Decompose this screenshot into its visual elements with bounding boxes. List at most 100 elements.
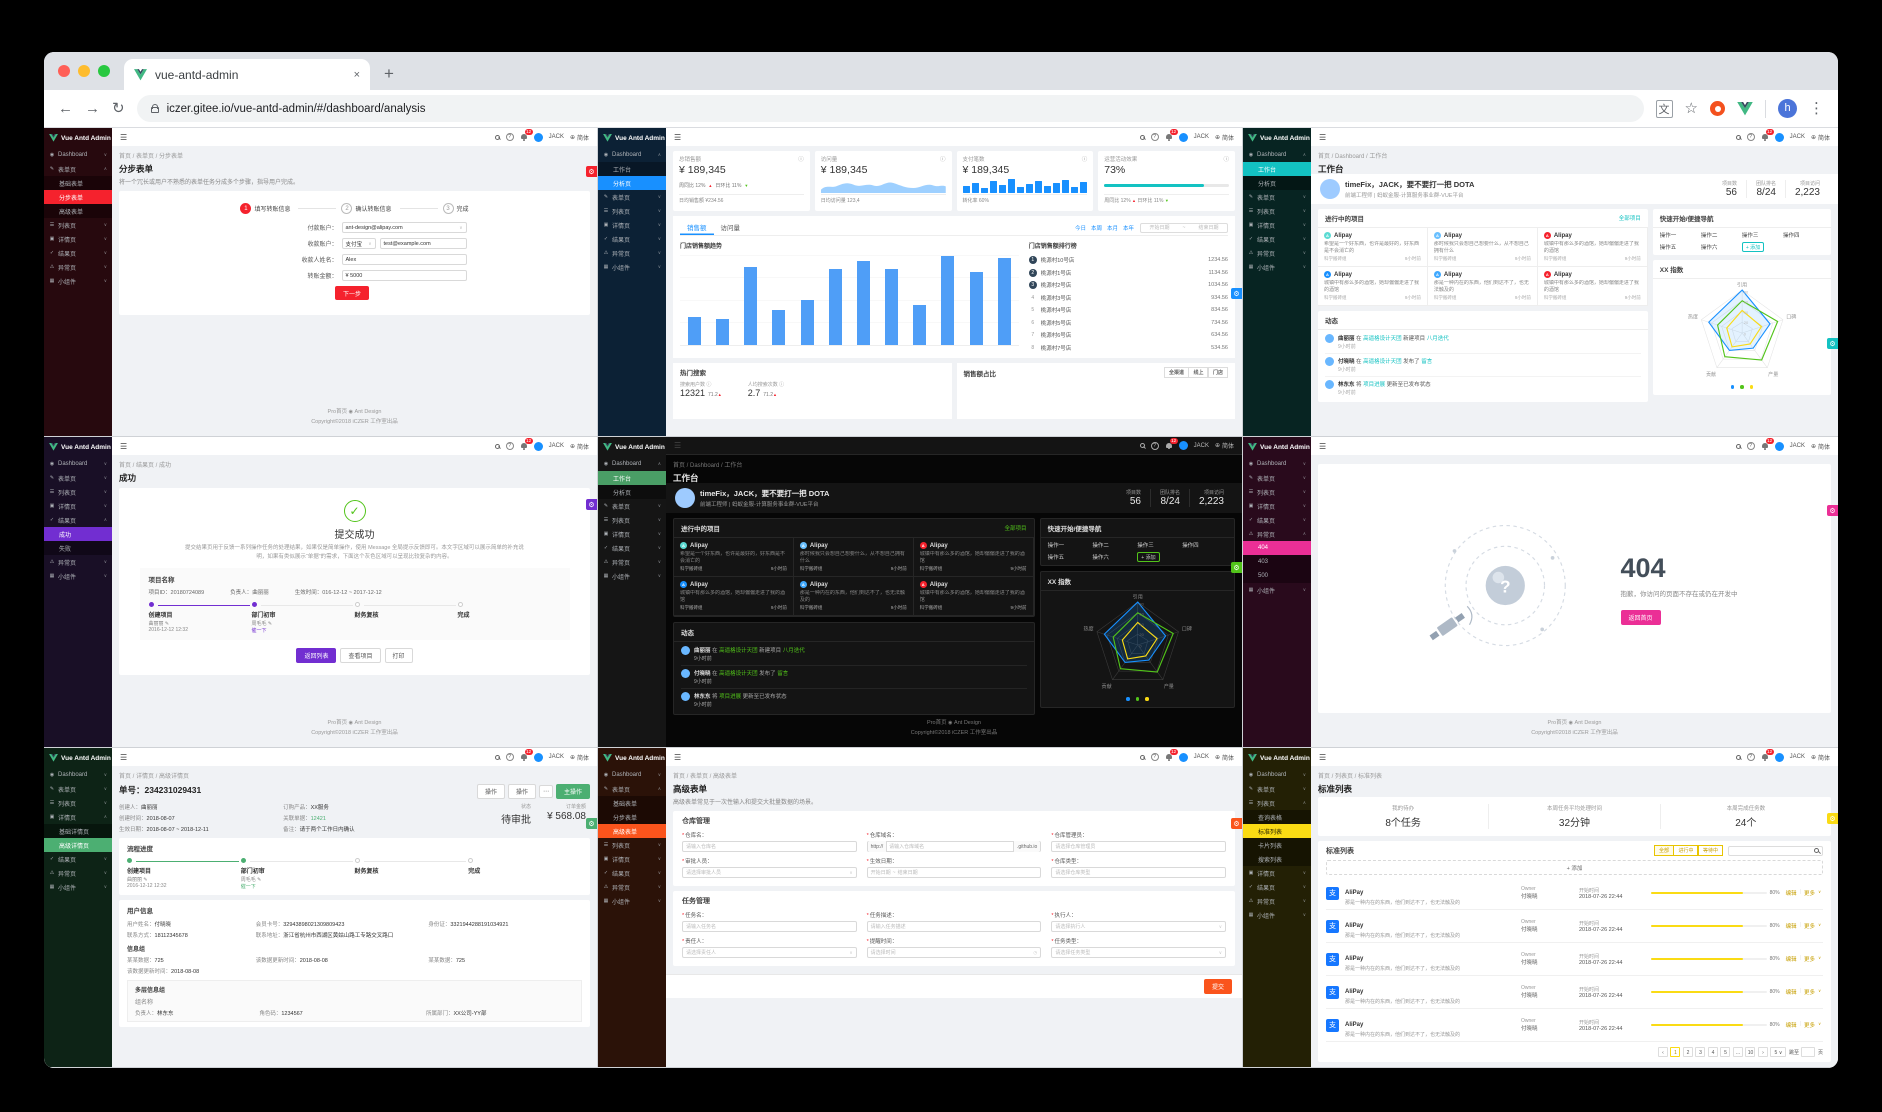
feed-link[interactable]: 高逼格设计天团 xyxy=(719,648,758,654)
op-link[interactable]: 操作四 xyxy=(1783,231,1824,239)
settings-gear-button[interactable]: ⚙ xyxy=(1231,288,1242,299)
more-link[interactable]: 更多 xyxy=(1804,1021,1815,1029)
warehouse-type-select[interactable]: 请选择仓库类型 xyxy=(1051,867,1226,878)
page-size-select[interactable]: 5 ∨ xyxy=(1770,1047,1787,1057)
project-card[interactable]: A Alipay 城镇中有那么多的酒馆，她却偏偏走进了我的酒馆 科学搬砖组 9小时前 xyxy=(913,538,1034,577)
bookmark-star-icon[interactable]: ☆ xyxy=(1685,101,1698,116)
team-link[interactable]: 科学搬砖组 xyxy=(1324,295,1347,301)
search-icon[interactable] xyxy=(1735,443,1741,449)
sidebar-item[interactable]: ✓ 结果页 ∨ xyxy=(1243,513,1311,527)
list-item[interactable]: 支 AliPay 那是一种内在的东西，他们到达不了，也无法触及的 Owner 付晓晓… xyxy=(1326,910,1823,943)
search-icon[interactable] xyxy=(1735,134,1741,140)
help-icon[interactable]: ? xyxy=(1150,133,1159,141)
help-icon[interactable]: ? xyxy=(505,753,514,761)
user-avatar[interactable] xyxy=(1178,441,1188,450)
sidebar-item[interactable]: ✓ 结果页 ∧ xyxy=(44,513,112,527)
language-switch[interactable]: ⊕ 简体 xyxy=(1215,753,1234,762)
filter-button[interactable]: 等待中 xyxy=(1697,845,1723,856)
team-link[interactable]: 科学搬砖组 xyxy=(920,605,943,611)
info-icon[interactable]: ⓘ xyxy=(798,155,804,163)
op-link[interactable]: 操作二 xyxy=(1701,231,1742,239)
browser-tab[interactable]: vue-antd-admin × xyxy=(124,59,370,90)
sidebar-item[interactable]: 404 xyxy=(1243,541,1311,555)
menu-fold-icon[interactable]: ☰ xyxy=(120,442,127,451)
warehouse-name-input[interactable]: 请输入仓库名 xyxy=(682,841,857,852)
sidebar-item[interactable]: ◉ Dashboard ∨ xyxy=(598,768,666,782)
sidebar-item[interactable]: ▦ 小组件 ∨ xyxy=(1243,908,1311,922)
page-button[interactable]: 3 xyxy=(1695,1047,1706,1057)
sidebar-item[interactable]: ✓ 结果页 ∨ xyxy=(1243,880,1311,894)
sidebar-item[interactable]: ⚠ 异常页 ∨ xyxy=(1243,246,1311,260)
feed-link[interactable]: 留言 xyxy=(777,671,788,677)
back-home-button[interactable]: 返回首页 xyxy=(1620,609,1661,625)
task-name-input[interactable]: 请输入任务名 xyxy=(682,921,857,932)
op-link[interactable]: 操作一 xyxy=(1660,231,1701,239)
range-link[interactable]: 本月 xyxy=(1107,224,1118,232)
sidebar-item[interactable]: ✓ 结果页 ∨ xyxy=(44,246,112,260)
team-link[interactable]: 科学搬砖组 xyxy=(1544,295,1567,301)
page-button[interactable]: 10 xyxy=(1745,1047,1756,1057)
feed-link[interactable]: 高逼格设计天团 xyxy=(1363,336,1402,342)
add-button[interactable]: + 添加 xyxy=(1326,860,1823,875)
channel-button[interactable]: 全渠道 xyxy=(1163,367,1189,378)
list-item[interactable]: 支 AliPay 那是一种内在的东西，他们到达不了，也无法触及的 Owner 付晓晓… xyxy=(1326,877,1823,910)
search-icon[interactable] xyxy=(1139,443,1145,448)
sidebar-item[interactable]: ▦ 小组件 ∨ xyxy=(598,894,666,908)
remind-time-picker[interactable]: 请选择时间 ◷ xyxy=(866,947,1042,958)
project-card[interactable]: A Alipay 城镇中有那么多的酒馆，她却偏偏走进了我的酒馆 科学搬砖组 9小时前 xyxy=(674,577,794,616)
sidebar-item[interactable]: ✎ 表单页 ∨ xyxy=(1243,471,1311,485)
bell-icon[interactable]: 12 xyxy=(1761,438,1774,450)
sidebar-item[interactable]: 工作台 xyxy=(598,162,666,176)
sidebar-item[interactable]: ✓ 结果页 ∨ xyxy=(598,232,666,246)
search-icon[interactable] xyxy=(494,754,500,760)
project-card[interactable]: A Alipay 那时候我只会想自己想要什么，从不想自己拥有什么 科学搬砖组 9小时… xyxy=(793,538,914,577)
project-card[interactable]: A Alipay 城镇中有那么多的酒馆，她却偏偏走进了我的酒馆 科学搬砖组 9小时前 xyxy=(1537,228,1648,267)
list-item[interactable]: 支 AliPay 那是一种内在的东西，他们到达不了，也无法触及的 Owner 付晓晓… xyxy=(1326,976,1823,1009)
chrome-profile-avatar[interactable]: h xyxy=(1778,99,1797,118)
range-link[interactable]: 今日 xyxy=(1075,224,1086,232)
help-icon[interactable]: ? xyxy=(505,442,514,450)
channel-button[interactable]: 线上 xyxy=(1188,367,1209,378)
bell-icon[interactable]: 12 xyxy=(1761,749,1774,761)
user-avatar[interactable] xyxy=(1774,132,1784,142)
all-projects-link[interactable]: 全部项目 xyxy=(1005,524,1027,532)
search-icon[interactable] xyxy=(494,134,500,140)
sidebar-item[interactable]: ▣ 详情页 ∧ xyxy=(44,810,112,824)
sidebar-item[interactable]: ⚠ 异常页 ∨ xyxy=(598,246,666,260)
app-logo[interactable]: Vue Antd Admin xyxy=(598,128,666,148)
bell-icon[interactable]: 12 xyxy=(520,129,533,141)
sidebar-item[interactable]: ▣ 详情页 ∨ xyxy=(44,499,112,513)
github-icon[interactable]: ◉ xyxy=(948,720,952,726)
app-logo[interactable]: Vue Antd Admin xyxy=(598,437,666,457)
bell-icon[interactable]: 12 xyxy=(1165,437,1178,450)
all-projects-link[interactable]: 全部项目 xyxy=(1619,214,1641,222)
sidebar-item[interactable]: ✓ 结果页 ∨ xyxy=(44,852,112,866)
help-icon[interactable]: ? xyxy=(1746,753,1755,761)
sidebar-item[interactable]: ✎ 表单页 ∨ xyxy=(598,190,666,204)
settings-gear-button[interactable]: ⚙ xyxy=(586,499,597,510)
translate-icon[interactable]: 文 xyxy=(1655,99,1673,118)
sidebar-item[interactable]: ▣ 详情页 ∨ xyxy=(1243,866,1311,880)
payee-name-input[interactable]: Alex xyxy=(341,254,467,265)
menu-fold-icon[interactable]: ☰ xyxy=(674,441,681,450)
close-tab-icon[interactable]: × xyxy=(354,69,360,81)
username[interactable]: JACK xyxy=(1194,754,1209,760)
sidebar-item[interactable]: 查询表格 xyxy=(1243,810,1311,824)
feed-link[interactable]: 项目进展 xyxy=(1363,382,1385,388)
sidebar-item[interactable]: ▣ 详情页 ∨ xyxy=(598,218,666,232)
back-button[interactable]: ← xyxy=(58,101,73,116)
menu-fold-icon[interactable]: ☰ xyxy=(1319,753,1326,762)
sidebar-item[interactable]: ⚠ 异常页 ∨ xyxy=(598,880,666,894)
sidebar-item[interactable]: ▦ 小组件 ∨ xyxy=(1243,583,1311,597)
feed-link[interactable]: 项目进展 xyxy=(719,694,741,700)
sidebar-item[interactable]: ⚠ 异常页 ∧ xyxy=(1243,527,1311,541)
filter-button[interactable]: 全部 xyxy=(1653,845,1674,856)
settings-gear-button[interactable]: ⚙ xyxy=(1231,818,1242,829)
username[interactable]: JACK xyxy=(1194,443,1209,449)
sidebar-item[interactable]: ▣ 详情页 ∨ xyxy=(598,852,666,866)
sidebar-item[interactable]: 工作台 xyxy=(598,471,666,485)
list-item[interactable]: 支 AliPay 那是一种内在的东西，他们到达不了，也无法触及的 Owner 付晓晓… xyxy=(1326,943,1823,976)
op-link[interactable]: 操作五 xyxy=(1048,553,1093,561)
tab-sales[interactable]: 销售额 xyxy=(680,220,714,235)
sidebar-item[interactable]: ▣ 详情页 ∨ xyxy=(1243,218,1311,232)
